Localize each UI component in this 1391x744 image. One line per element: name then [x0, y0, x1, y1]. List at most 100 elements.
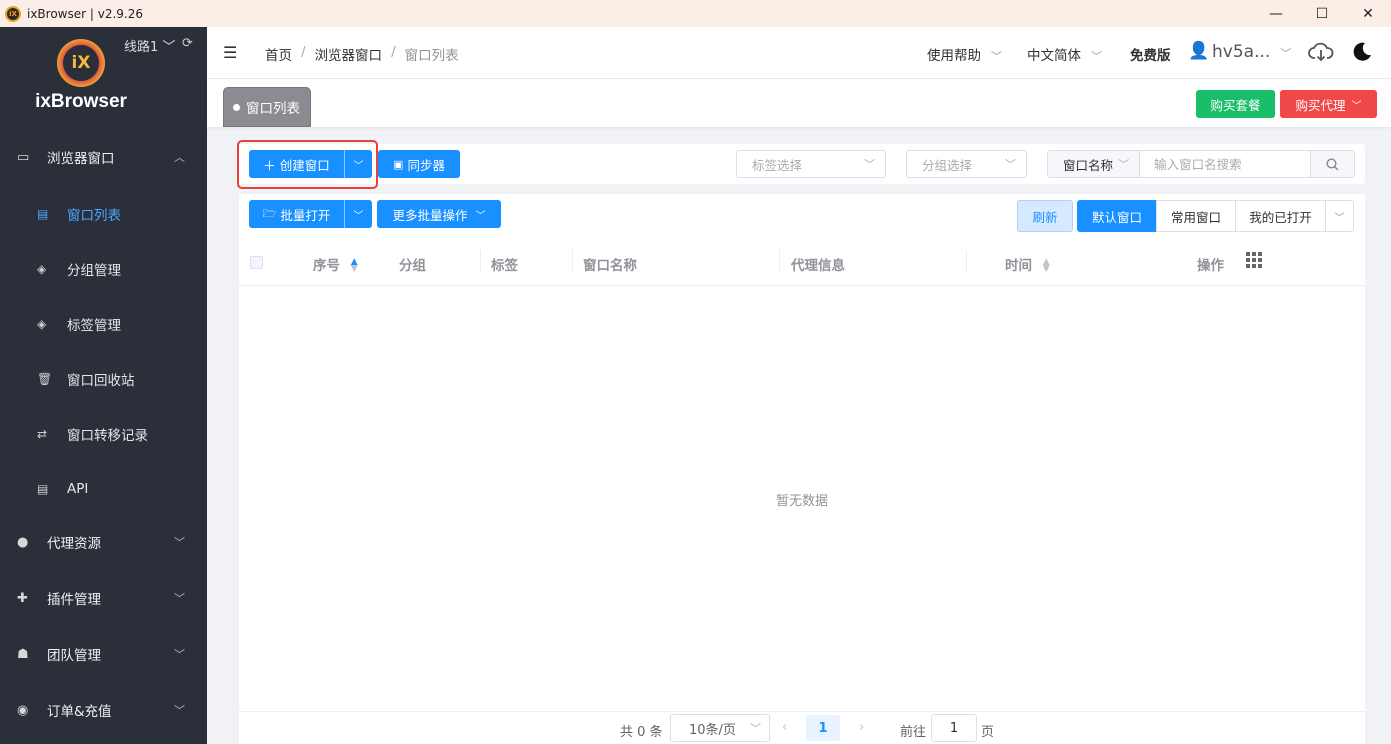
batch-open-button-group: 🗁 批量打开 ﹀ [249, 200, 372, 228]
sidebar-item-tag-management[interactable]: ◈ 标签管理 [0, 304, 207, 344]
help-menu[interactable]: 使用帮助 ﹀ [927, 44, 1002, 64]
tag-select[interactable]: 标签选择 ﹀ [736, 150, 886, 178]
layers-icon: ◈ [37, 317, 47, 331]
chevron-down-icon: ﹀ [750, 722, 761, 735]
goto-page-input[interactable] [931, 714, 977, 742]
goto-label: 前往 [900, 725, 927, 740]
search-input[interactable] [1140, 151, 1311, 177]
app-logo-icon: iX [5, 5, 21, 22]
sidebar-item-recycle-bin[interactable]: 🗑 窗口回收站 [0, 359, 207, 399]
chevron-down-icon: ﹀ [864, 158, 875, 171]
sidebar-item-window-list[interactable]: ▤ 窗口列表 [0, 194, 207, 234]
select-all-checkbox[interactable] [250, 256, 263, 269]
buy-plan-button[interactable]: 购买套餐 [1196, 90, 1275, 118]
search-group: 窗口名称 ﹀ [1047, 150, 1355, 178]
sync-button[interactable]: ▣ 同步器 [378, 150, 460, 178]
group-select[interactable]: 分组选择 ﹀ [906, 150, 1027, 178]
sidebar-item-api[interactable]: ▤ API [0, 469, 207, 509]
breadcrumb-home[interactable]: 首页 [265, 44, 292, 64]
tab-dot-icon [233, 103, 240, 111]
filter-common-windows[interactable]: 常用窗口 [1156, 200, 1236, 232]
column-actions: 操作 [1197, 258, 1224, 274]
page-number-current[interactable]: 1 [806, 715, 840, 741]
window-icon: ▭ [17, 149, 30, 165]
window-titlebar: iX ixBrowser | v2.9.26 — ☐ ✕ [0, 0, 1391, 27]
chevron-down-icon: ﹀ [1351, 100, 1362, 112]
sidebar-group-proxy[interactable]: ● 代理资源 ﹀ [0, 522, 207, 562]
window-filter-segment: 默认窗口 常用窗口 我的已打开 ﹀ [1077, 200, 1354, 232]
language-select[interactable]: 中文简体 ﹀ [1027, 44, 1102, 64]
refresh-button[interactable]: 刷新 [1017, 200, 1073, 232]
total-count: 共 0 条 [620, 725, 663, 740]
sidebar-group-browser-window[interactable]: ▭ 浏览器窗口 ︿ [0, 137, 207, 177]
sort-icon[interactable]: ▲ ▼ [351, 258, 358, 274]
tabs-bar: 窗口列表 购买套餐 购买代理 ﹀ [207, 79, 1391, 127]
cloud-download-icon[interactable] [1308, 41, 1334, 63]
page-size-select[interactable]: 10条/页 ﹀ [670, 714, 770, 742]
highlight-box [237, 140, 378, 189]
chevron-down-icon: ﹀ [1005, 158, 1016, 171]
pagination: 共 0 条 10条/页﹀ ‹ 1 › 前往 页 [239, 711, 1365, 744]
prev-page-button[interactable]: ‹ [782, 720, 787, 735]
globe-icon: ● [17, 534, 29, 550]
window-title: ixBrowser | v2.9.26 [27, 6, 144, 21]
table-header: 序号 ▲ ▼ 分组 标签 窗口名称 代理信息 时间 ▲ ▼ 操作 [239, 240, 1365, 286]
sidebar-item-transfer-records[interactable]: ⇄ 窗口转移记录 [0, 414, 207, 454]
search-button[interactable] [1310, 151, 1354, 177]
page-suffix: 页 [981, 725, 995, 740]
filter-dropdown[interactable]: ﹀ [1325, 200, 1354, 232]
sidebar: iX ixBrowser 线路1 ﹀ ⟳ ▭ 浏览器窗口 ︿ ▤ 窗口列表 ◈ … [0, 27, 207, 744]
line-select[interactable]: 线路1 ﹀ [124, 36, 175, 55]
chevron-down-icon: ﹀ [991, 50, 1002, 63]
column-group: 分组 [399, 258, 426, 274]
empty-state-text: 暂无数据 [775, 494, 828, 509]
batch-open-button[interactable]: 🗁 批量打开 [249, 205, 344, 224]
buy-proxy-button[interactable]: 购买代理 ﹀ [1280, 90, 1377, 118]
dark-mode-icon[interactable] [1350, 40, 1374, 64]
sidebar-item-group-management[interactable]: ◈ 分组管理 [0, 249, 207, 289]
next-page-button[interactable]: › [859, 720, 864, 735]
sidebar-group-orders[interactable]: ◉ 订单&充值 ﹀ [0, 690, 207, 730]
filter-my-opened[interactable]: 我的已打开 [1235, 200, 1326, 232]
trash-icon: 🗑 [37, 372, 53, 386]
more-batch-actions-button[interactable]: 更多批量操作 ﹀ [377, 200, 501, 228]
tab-window-list[interactable]: 窗口列表 [223, 87, 311, 127]
app-logo: iX [57, 39, 105, 87]
search-field-select[interactable]: 窗口名称 ﹀ [1048, 151, 1141, 177]
sort-icon[interactable]: ▲ ▼ [1043, 258, 1050, 274]
breadcrumb: 首页 / 浏览器窗口 / 窗口列表 [265, 44, 459, 64]
column-index[interactable]: 序号 ▲ ▼ [313, 254, 358, 275]
column-tags: 标签 [491, 258, 518, 274]
chevron-down-icon: ﹀ [158, 40, 176, 55]
chevron-down-icon: ﹀ [174, 536, 185, 549]
window-icon: ▤ [37, 207, 49, 221]
refresh-icon[interactable]: ⟳ [182, 36, 193, 51]
batch-open-dropdown[interactable]: ﹀ [345, 207, 372, 222]
chevron-down-icon: ﹀ [1118, 158, 1130, 171]
maximize-button[interactable]: ☐ [1299, 0, 1345, 27]
window-icon: ▤ [37, 482, 49, 496]
minimize-button[interactable]: — [1253, 0, 1299, 27]
column-time[interactable]: 时间 ▲ ▼ [1005, 254, 1050, 275]
chevron-down-icon: ﹀ [174, 592, 185, 605]
breadcrumb-browser-window[interactable]: 浏览器窗口 [315, 44, 383, 64]
brand-name: ixBrowser [35, 91, 127, 112]
top-navbar: ☰ 首页 / 浏览器窗口 / 窗口列表 使用帮助 ﹀ 中文简体 ﹀ 免费版 👤 hv… [207, 27, 1391, 79]
folder-open-icon: 🗁 [262, 206, 277, 220]
puzzle-icon: ✚ [17, 590, 28, 606]
chevron-down-icon: ﹀ [174, 704, 185, 717]
chevron-down-icon: ﹀ [1091, 50, 1102, 63]
filter-default-windows[interactable]: 默认窗口 [1077, 200, 1157, 232]
sidebar-group-plugins[interactable]: ✚ 插件管理 ﹀ [0, 578, 207, 618]
close-button[interactable]: ✕ [1345, 0, 1391, 27]
transfer-icon: ⇄ [37, 427, 48, 441]
menu-collapse-icon[interactable]: ☰ [223, 43, 237, 62]
breadcrumb-current: 窗口列表 [404, 48, 459, 64]
team-icon: ☗ [17, 646, 29, 662]
plan-badge: 免费版 [1130, 48, 1171, 64]
user-menu[interactable]: hv5a... ﹀ [1212, 42, 1291, 62]
sidebar-group-team[interactable]: ☗ 团队管理 ﹀ [0, 634, 207, 674]
column-settings-icon[interactable] [1246, 252, 1262, 268]
user-icon: 👤 [1188, 41, 1210, 61]
chevron-down-icon: ﹀ [475, 210, 486, 222]
